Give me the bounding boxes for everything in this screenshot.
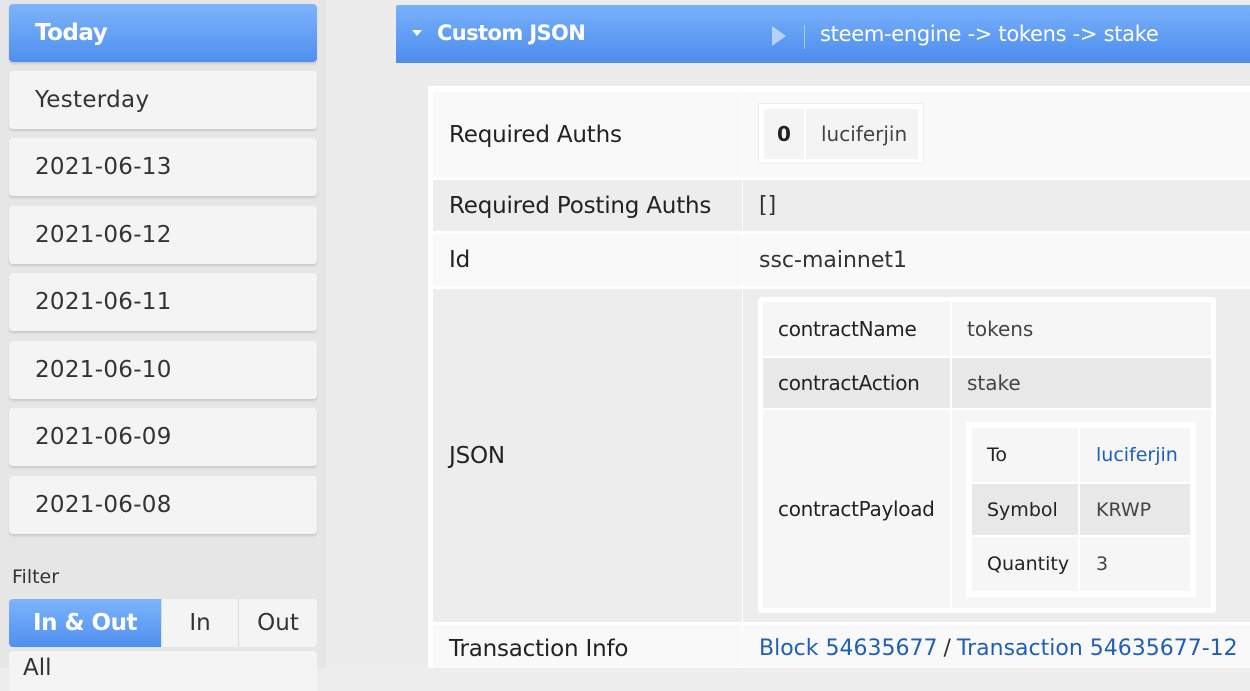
sidebar-item-today[interactable]: Today bbox=[9, 4, 317, 62]
row-id: Id ssc-mainnet1 bbox=[433, 234, 1250, 286]
payload-row-quantity: Quantity 3 bbox=[972, 537, 1190, 591]
transaction-info-value: Block 54635677 / Transaction 54635677-12 bbox=[743, 625, 1250, 668]
block-link[interactable]: Block 54635677 bbox=[759, 636, 937, 661]
sidebar-item-date[interactable]: 2021-06-13 bbox=[9, 138, 317, 196]
json-row-contract-name: contractName tokens bbox=[763, 302, 1211, 356]
payload-quantity-label: Quantity bbox=[972, 537, 1078, 591]
payload-to-value: luciferjin bbox=[1080, 428, 1190, 482]
auth-index: 0 bbox=[764, 109, 804, 159]
required-posting-auths-value: [] bbox=[743, 180, 1250, 231]
payload-quantity-value: 3 bbox=[1080, 537, 1190, 591]
header-divider bbox=[804, 25, 805, 49]
link-separator: / bbox=[943, 636, 951, 661]
filter-in-button[interactable]: In bbox=[162, 599, 239, 647]
filter-all-item[interactable]: All bbox=[9, 651, 317, 691]
sidebar-item-yesterday[interactable]: Yesterday bbox=[9, 71, 317, 129]
required-auths-list: 0 luciferjin bbox=[758, 103, 924, 164]
sidebar-item-date[interactable]: 2021-06-12 bbox=[9, 206, 317, 264]
contract-action-label: contractAction bbox=[763, 358, 950, 408]
sidebar: Today Yesterday 2021-06-13 2021-06-12 20… bbox=[0, 0, 326, 691]
filter-label: Filter bbox=[12, 566, 60, 588]
payload-row-symbol: Symbol KRWP bbox=[972, 484, 1190, 535]
required-posting-auths-label: Required Posting Auths bbox=[433, 180, 742, 231]
payload-symbol-value: KRWP bbox=[1080, 484, 1190, 535]
contract-name-value: tokens bbox=[952, 302, 1211, 356]
operation-header[interactable]: Custom JSON steem-engine -> tokens -> st… bbox=[396, 5, 1250, 63]
account-link[interactable]: luciferjin bbox=[1096, 444, 1178, 466]
filter-in-out-button[interactable]: In & Out bbox=[9, 599, 162, 647]
json-row-contract-action: contractAction stake bbox=[763, 358, 1211, 408]
contract-action-value: stake bbox=[952, 358, 1211, 408]
contract-name-label: contractName bbox=[763, 302, 950, 356]
sidebar-item-date[interactable]: 2021-06-10 bbox=[9, 341, 317, 399]
contract-payload-label: contractPayload bbox=[763, 410, 950, 608]
operation-type-title: Custom JSON bbox=[437, 21, 586, 45]
caret-down-icon bbox=[412, 30, 422, 36]
sidebar-item-date[interactable]: 2021-06-09 bbox=[9, 408, 317, 466]
sidebar-item-date[interactable]: 2021-06-11 bbox=[9, 273, 317, 331]
id-value: ssc-mainnet1 bbox=[743, 234, 1250, 286]
transaction-info-label: Transaction Info bbox=[433, 625, 742, 668]
payload-row-to: To luciferjin bbox=[972, 428, 1190, 482]
required-auths-label: Required Auths bbox=[433, 92, 742, 177]
operation-path: steem-engine -> tokens -> stake bbox=[820, 22, 1159, 46]
payload-table: To luciferjin Symbol KRWP Quantity 3 bbox=[966, 422, 1196, 597]
sidebar-item-date[interactable]: 2021-06-08 bbox=[9, 476, 317, 534]
auth-account: luciferjin bbox=[806, 109, 918, 159]
play-icon[interactable] bbox=[772, 26, 786, 46]
transaction-link[interactable]: Transaction 54635677-12 bbox=[957, 636, 1238, 661]
row-required-posting-auths: Required Posting Auths [] bbox=[433, 180, 1250, 231]
row-transaction-info: Transaction Info Block 54635677 / Transa… bbox=[433, 625, 1250, 668]
payload-symbol-label: Symbol bbox=[972, 484, 1078, 535]
payload-to-label: To bbox=[972, 428, 1078, 482]
id-label: Id bbox=[433, 234, 742, 286]
filter-toggle-group: In & Out In Out bbox=[9, 599, 317, 647]
filter-out-button[interactable]: Out bbox=[239, 599, 317, 647]
json-label: JSON bbox=[433, 289, 742, 622]
